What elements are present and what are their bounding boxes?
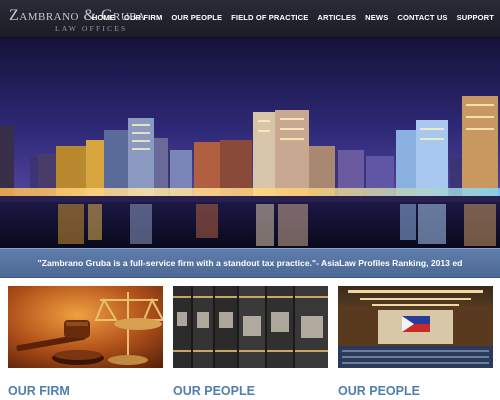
site-header: Zambrano & Gruba Law Offices HOME OUR FI… xyxy=(0,0,500,38)
nav-our-people[interactable]: OUR PEOPLE xyxy=(171,13,222,22)
nav-support[interactable]: SUPPORT xyxy=(457,13,494,22)
law-books-image[interactable] xyxy=(173,286,328,368)
testimonial-quote: "Zambrano Gruba is a full-service firm w… xyxy=(37,258,463,268)
feature-section: OUR FIRM OUR PEOPLE OUR PEOPLE xyxy=(0,278,500,400)
legislative-hall-image[interactable] xyxy=(338,286,493,368)
city-skyline-image xyxy=(0,38,500,248)
feature-card-our-people-2[interactable]: OUR PEOPLE xyxy=(338,286,493,400)
feature-title-our-firm[interactable]: OUR FIRM xyxy=(8,384,70,398)
feature-card-our-firm[interactable]: OUR FIRM xyxy=(8,286,163,400)
nav-field-of-practice[interactable]: FIELD OF PRACTICE xyxy=(231,13,308,22)
hero-banner xyxy=(0,38,500,248)
feature-title-our-people[interactable]: OUR PEOPLE xyxy=(173,384,255,398)
testimonial-band: "Zambrano Gruba is a full-service firm w… xyxy=(0,248,500,278)
feature-title-our-people-2[interactable]: OUR PEOPLE xyxy=(338,384,420,398)
main-nav: HOME OUR FIRM OUR PEOPLE FIELD OF PRACTI… xyxy=(92,13,494,22)
logo-subtitle: Law Offices xyxy=(55,24,128,33)
nav-news[interactable]: NEWS xyxy=(365,13,388,22)
nav-our-firm[interactable]: OUR FIRM xyxy=(124,13,162,22)
nav-articles[interactable]: ARTICLES xyxy=(317,13,356,22)
nav-contact-us[interactable]: CONTACT US xyxy=(397,13,447,22)
nav-home[interactable]: HOME xyxy=(92,13,115,22)
gavel-image[interactable] xyxy=(8,286,163,368)
feature-card-our-people[interactable]: OUR PEOPLE xyxy=(173,286,328,400)
